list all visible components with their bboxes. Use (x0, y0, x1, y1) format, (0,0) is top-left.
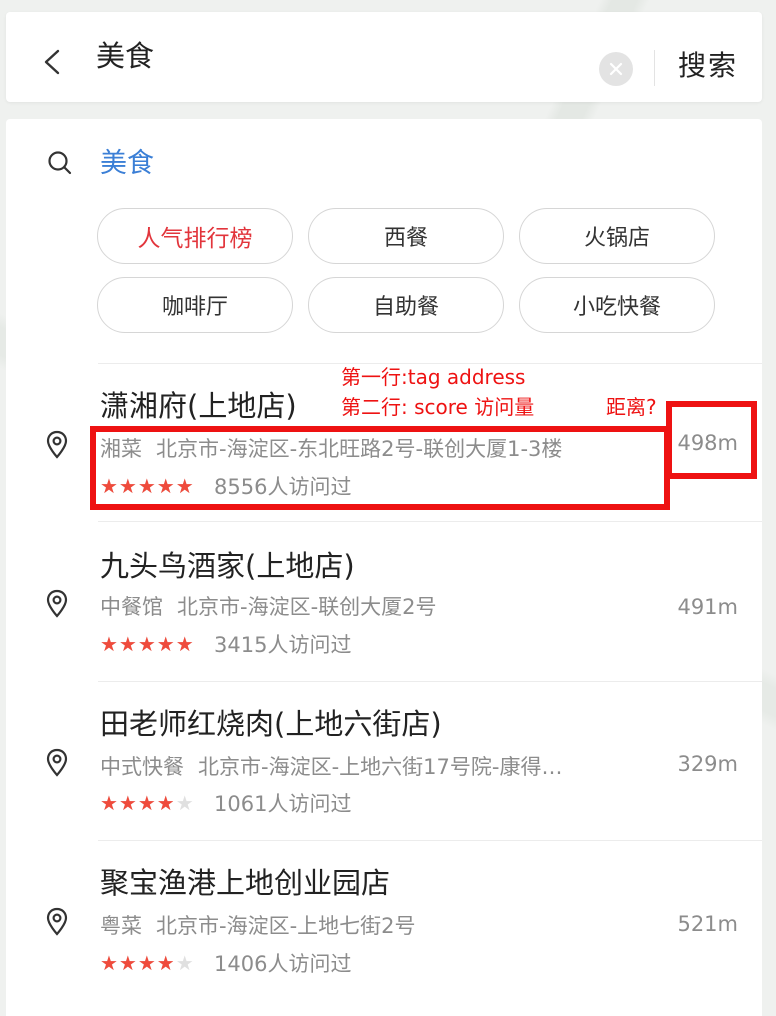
result-tag: 中餐馆 (100, 595, 163, 619)
location-pin-icon (46, 907, 68, 936)
result-meta: 中餐馆 北京市-海淀区-联创大厦2号 (100, 592, 437, 622)
result-tag: 粤菜 (100, 914, 142, 938)
result-distance: 491m (677, 595, 738, 619)
result-address: 北京市-海淀区-上地七街2号 (156, 914, 416, 938)
location-pin-icon (46, 589, 68, 618)
search-bar: 美食 搜索 (6, 12, 762, 102)
results-panel: 美食 人气排行榜 西餐 火锅店 咖啡厅 自助餐 小吃快餐 潇湘府(上地店) 湘菜… (6, 119, 762, 1016)
result-address: 北京市-海淀区-上地六街17号院-康得… (198, 755, 563, 779)
clear-icon[interactable] (599, 52, 633, 86)
result-name: 九头鸟酒家(上地店) (100, 549, 355, 583)
result-tag: 中式快餐 (100, 755, 184, 779)
result-rating-row: ★★★★★★★★★★ 1406人访问过 (100, 949, 351, 979)
result-meta: 粤菜 北京市-海淀区-上地七街2号 (100, 911, 416, 941)
rating-stars: ★★★★★★★★★★ (100, 791, 195, 815)
chip-popular-ranking[interactable]: 人气排行榜 (97, 208, 293, 264)
chip-western-food[interactable]: 西餐 (308, 208, 504, 264)
chip-snacks[interactable]: 小吃快餐 (519, 277, 715, 333)
location-pin-icon (46, 748, 68, 777)
result-name: 田老师红烧肉(上地六街店) (100, 707, 442, 741)
rating-stars: ★★★★★★★★★★ (100, 632, 195, 656)
search-button[interactable]: 搜索 (678, 46, 738, 86)
location-pin-icon (46, 430, 68, 459)
divider (98, 840, 762, 841)
visit-count: 3415人访问过 (214, 633, 352, 657)
result-distance: 329m (677, 752, 738, 776)
chip-buffet[interactable]: 自助餐 (308, 277, 504, 333)
close-icon (609, 62, 623, 76)
visit-count: 1406人访问过 (214, 952, 352, 976)
result-name: 聚宝渔港上地创业园店 (100, 866, 391, 900)
search-suggestion[interactable]: 美食 (100, 146, 154, 182)
rating-stars: ★★★★★★★★★★ (100, 951, 195, 975)
result-item[interactable]: 九头鸟酒家(上地店) 中餐馆 北京市-海淀区-联创大厦2号 ★★★★★ ★★★★★ … (6, 521, 762, 679)
search-divider (654, 50, 655, 86)
annotation-distance: 距离? (606, 395, 657, 419)
result-meta: 中式快餐 北京市-海淀区-上地六街17号院-康得… (100, 752, 562, 782)
result-rating-row: ★★★★★ ★★★★★ 3415人访问过 (100, 630, 351, 660)
result-item[interactable]: 聚宝渔港上地创业园店 粤菜北京市-海淀区-上地七街2号 ★★★★★★★★★★ 1… (6, 840, 762, 998)
result-distance: 521m (677, 912, 738, 936)
search-input[interactable]: 美食 (96, 38, 154, 74)
annotation-box-distance (666, 401, 757, 479)
result-rating-row: ★★★★★★★★★★ 1061人访问过 (100, 789, 351, 819)
annotation-line2: 第二行: score 访问量 (341, 395, 535, 419)
annotation-line1: 第一行:tag address (341, 365, 526, 389)
chip-cafe[interactable]: 咖啡厅 (97, 277, 293, 333)
result-item[interactable]: 田老师红烧肉(上地六街店) 中式快餐 北京市-海淀区-上地六街17号院-康得… ★… (6, 681, 762, 839)
chip-hotpot[interactable]: 火锅店 (519, 208, 715, 264)
back-arrow-icon[interactable] (42, 49, 62, 75)
result-address: 北京市-海淀区-联创大厦2号 (177, 595, 437, 619)
annotation-box-meta (90, 426, 670, 510)
result-name: 潇湘府(上地店) (100, 389, 297, 423)
divider (98, 681, 762, 682)
search-icon (48, 151, 72, 175)
divider (98, 521, 762, 522)
visit-count: 1061人访问过 (214, 792, 352, 816)
